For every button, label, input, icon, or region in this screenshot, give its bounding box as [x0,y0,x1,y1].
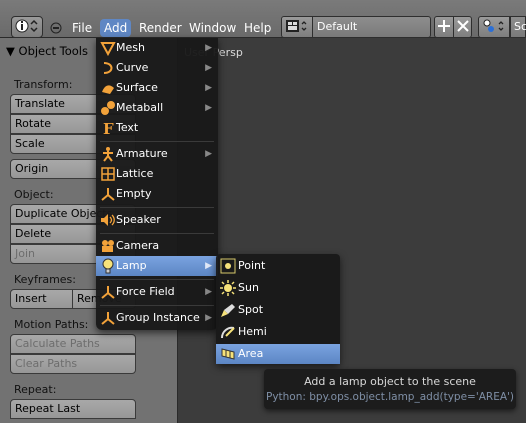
add-menu-item-surface[interactable]: Surface ▶ [96,78,218,98]
add-menu-item-empty[interactable]: Empty [96,184,218,204]
curve-icon [100,60,116,76]
submenu-arrow-icon: ▶ [205,63,212,73]
submenu-arrow-icon: ▶ [205,313,212,323]
add-menu: Mesh ▶ Curve ▶ Surface ▶ Metaball ▶ F Text A… [96,38,218,330]
armature-icon [100,146,116,162]
panel-title: Object Tools [18,44,88,58]
menu-separator [100,141,214,142]
menu-render[interactable]: Render [135,19,186,37]
collapse-icon[interactable] [50,22,62,37]
add-menu-item-text[interactable]: F Text [96,118,218,138]
menu-separator [100,233,214,234]
lamp-icon [100,258,116,274]
force-field-icon [100,284,116,300]
scene-selector[interactable] [478,16,510,38]
section-repeat: Repeat: [14,383,57,396]
lamp-submenu: Point Sun Spot Hemi Area [216,254,340,364]
add-menu-item-metaball[interactable]: Metaball ▶ [96,98,218,118]
info-header: File Add Render Window Help Default Sc [0,0,526,38]
operator-tooltip: Add a lamp object to the scene Python: b… [264,369,516,409]
calculate-paths-button[interactable]: Calculate Paths [10,334,136,354]
metaball-icon [100,100,116,116]
panel-collapse-icon: ▼ [6,44,15,58]
screen-layout-name[interactable]: Default [312,16,431,38]
empty-icon [100,186,116,202]
add-screen-button[interactable] [434,16,454,38]
spot-lamp-icon [220,302,236,318]
insert-keyframe-button[interactable]: Insert [10,289,73,309]
screen-layout-selector[interactable] [281,16,313,38]
surface-icon [100,80,116,96]
clear-paths-button[interactable]: Clear Paths [10,354,136,374]
submenu-arrow-icon: ▶ [205,149,212,159]
section-transform: Transform: [14,78,73,91]
add-menu-item-mesh[interactable]: Mesh ▶ [96,38,218,58]
lattice-icon [100,166,116,182]
3d-viewport[interactable] [178,38,526,423]
screen-layout-icon [285,19,309,36]
menu-separator [100,279,214,280]
sun-lamp-icon [220,280,236,296]
group-instance-icon [100,310,116,326]
add-menu-item-lattice[interactable]: Lattice [96,164,218,184]
tooltip-description: Add a lamp object to the scene [304,375,476,388]
scene-name[interactable]: Sc [510,16,526,38]
menu-file[interactable]: File [68,19,96,37]
menu-separator [100,207,214,208]
info-icon [15,18,39,37]
speaker-icon [100,212,116,228]
svg-text:F: F [103,120,114,136]
lamp-item-spot[interactable]: Spot [216,300,340,320]
editor-type-button[interactable] [11,16,43,38]
section-keyframes: Keyframes: [14,273,76,286]
mesh-icon [100,40,116,57]
add-menu-item-speaker[interactable]: Speaker [96,210,218,230]
submenu-arrow-icon: ▶ [205,43,212,53]
area-lamp-icon [220,346,236,362]
add-menu-item-camera[interactable]: Camera [96,236,218,256]
tooltip-python: Python: bpy.ops.object.lamp_add(type='AR… [265,391,515,403]
submenu-arrow-icon: ▶ [205,261,212,271]
repeat-last-button[interactable]: Repeat Last [10,399,136,419]
add-screen-icon [438,19,450,35]
add-menu-item-armature[interactable]: Armature ▶ [96,144,218,164]
menu-help[interactable]: Help [240,19,275,37]
scene-icon [482,19,506,36]
hemi-lamp-icon [220,324,236,340]
section-object: Object: [14,188,54,201]
section-motion-paths: Motion Paths: [14,318,89,331]
add-menu-item-curve[interactable]: Curve ▶ [96,58,218,78]
add-menu-item-group-instance[interactable]: Group Instance ▶ [96,308,218,328]
lamp-item-point[interactable]: Point [216,256,340,276]
text-icon: F [100,120,116,138]
menu-separator [100,305,214,306]
menu-window[interactable]: Window [185,19,240,37]
submenu-arrow-icon: ▶ [205,83,212,93]
submenu-arrow-icon: ▶ [205,287,212,297]
camera-icon [100,238,116,254]
submenu-arrow-icon: ▶ [205,103,212,113]
point-lamp-icon [220,258,236,274]
lamp-item-area[interactable]: Area [216,344,340,364]
add-menu-item-force-field[interactable]: Force Field ▶ [96,282,218,302]
lamp-item-hemi[interactable]: Hemi [216,322,340,342]
lamp-item-sun[interactable]: Sun [216,278,340,298]
object-tools-panel-header[interactable]: ▼ Object Tools [6,44,88,58]
add-menu-item-lamp[interactable]: Lamp ▶ [96,256,218,276]
delete-screen-button[interactable] [453,16,472,38]
delete-screen-icon [456,19,469,35]
menu-add[interactable]: Add [100,19,132,37]
